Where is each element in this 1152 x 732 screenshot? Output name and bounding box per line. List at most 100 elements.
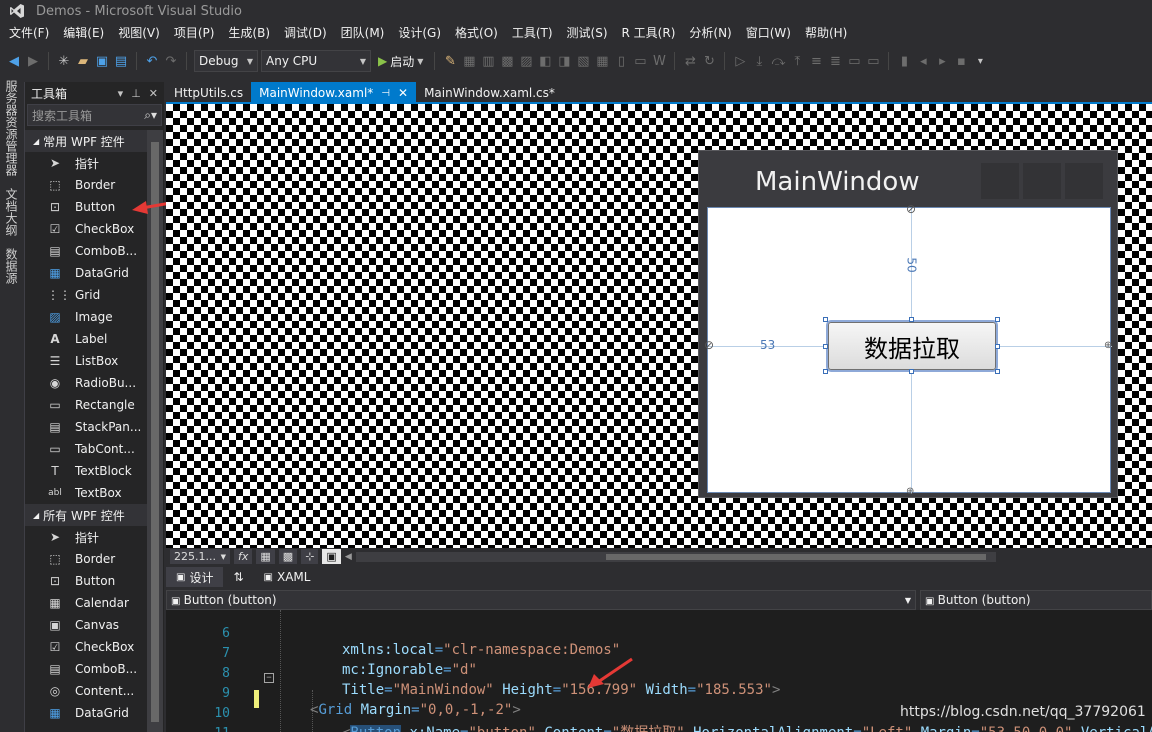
search-icon[interactable]: ⌕▾ xyxy=(144,108,157,123)
redo-icon[interactable]: ↷ xyxy=(163,53,179,69)
grid-icon[interactable]: ▩ xyxy=(499,53,515,69)
element-select-left[interactable]: ▣ Button (button) ▼ xyxy=(166,590,916,610)
tab-httputils[interactable]: HttpUtils.cs xyxy=(166,82,251,104)
wpf-window-preview[interactable]: MainWindow 50 53 ⊘ ⊘ ⊕ ⊕ 数据拉取 xyxy=(698,150,1118,498)
toolbox-item[interactable]: ☑ CheckBox xyxy=(25,636,147,658)
menu-file[interactable]: 文件(F) xyxy=(2,22,56,44)
toolbox-item[interactable]: ▤ ComboB... xyxy=(25,240,147,262)
refresh-icon[interactable]: ↻ xyxy=(701,53,717,69)
toolbox-item[interactable]: ⋮⋮ Grid xyxy=(25,284,147,306)
menu-debug[interactable]: 调试(D) xyxy=(277,22,334,44)
scrollbar-thumb[interactable] xyxy=(605,553,986,560)
toolbox-item[interactable]: ◉ RadioBu... xyxy=(25,372,147,394)
undo-icon[interactable]: ↶ xyxy=(144,53,160,69)
group-icon[interactable]: ▧ xyxy=(575,53,591,69)
toolbox-item[interactable]: ⊡ Button xyxy=(25,570,147,592)
toolbox-item[interactable]: ▤ StackPan... xyxy=(25,416,147,438)
anchor-handle-icon[interactable]: ⊕ xyxy=(1104,340,1112,351)
platform-select[interactable]: Any CPU ▼ xyxy=(261,50,371,72)
grid-toggle[interactable]: ▦ xyxy=(256,549,275,564)
toolbox-item[interactable]: ▤ ComboB... xyxy=(25,658,147,680)
toolbox-category[interactable]: ◢ 所有 WPF 控件 xyxy=(25,504,147,526)
fx-button[interactable]: fx xyxy=(234,549,253,564)
menu-r-tools[interactable]: R 工具(R) xyxy=(615,22,683,44)
next-bookmark-icon[interactable]: ▸ xyxy=(934,53,950,69)
wpf-grid-surface[interactable]: 50 53 ⊘ ⊘ ⊕ ⊕ 数据拉取 xyxy=(704,202,1112,497)
swap-panes-button[interactable]: ⇅ xyxy=(223,567,253,587)
menu-edit[interactable]: 编辑(E) xyxy=(56,22,111,44)
toolbox-item[interactable]: ▦ Calendar xyxy=(25,592,147,614)
scroll-left-icon[interactable]: ◀ xyxy=(345,552,352,562)
toolbox-item[interactable]: A Label xyxy=(25,328,147,350)
xaml-designer-canvas[interactable]: MainWindow 50 53 ⊘ ⊘ ⊕ ⊕ 数据拉取 xyxy=(166,104,1152,548)
tab-mainwindow-xaml-cs[interactable]: MainWindow.xaml.cs* xyxy=(416,82,563,104)
server-explorer-tab[interactable]: 服务器资源管理器 xyxy=(3,80,20,176)
word-icon[interactable]: W xyxy=(651,53,667,69)
find-in-files-icon[interactable]: ✎ xyxy=(442,53,458,69)
menu-help[interactable]: 帮助(H) xyxy=(798,22,854,44)
wpf-button-preview[interactable]: 数据拉取 xyxy=(828,322,996,370)
snap-lines-toggle[interactable]: ⊹ xyxy=(301,549,319,564)
toolbox-item[interactable]: abl TextBox xyxy=(25,482,147,504)
menu-analyze[interactable]: 分析(N) xyxy=(682,22,738,44)
prev-bookmark-icon[interactable]: ◂ xyxy=(915,53,931,69)
menu-window[interactable]: 窗口(W) xyxy=(739,22,798,44)
open-folder-icon[interactable]: ▰ xyxy=(75,53,91,69)
link-icon[interactable]: ⊘ xyxy=(704,338,714,352)
save-icon[interactable]: ▣ xyxy=(94,53,110,69)
step-over-icon[interactable]: ⤼ xyxy=(770,53,786,69)
step-into-icon[interactable]: ⤓ xyxy=(751,53,767,69)
send-back-icon[interactable]: ◨ xyxy=(556,53,572,69)
swap-icon[interactable]: ⇄ xyxy=(682,53,698,69)
toolbox-item[interactable]: ▦ DataGrid xyxy=(25,702,147,724)
toolbox-item[interactable]: ◎ Content... xyxy=(25,680,147,702)
link-icon[interactable]: ⊘ xyxy=(906,202,916,216)
menu-tools[interactable]: 工具(T) xyxy=(505,22,560,44)
toolbox-search-input[interactable]: 搜索工具箱 ⌕▾ xyxy=(27,104,162,126)
toolbox-item[interactable]: ▦ DataGrid xyxy=(25,262,147,284)
run-icon[interactable]: ▷ xyxy=(732,53,748,69)
resize-handle[interactable] xyxy=(823,317,828,322)
resize-handle[interactable] xyxy=(995,369,1000,374)
toolbox-item[interactable]: ▭ Rectangle xyxy=(25,394,147,416)
tab-mainwindow-xaml[interactable]: MainWindow.xaml* ⊣ ✕ xyxy=(251,82,417,104)
bring-front-icon[interactable]: ◧ xyxy=(537,53,553,69)
resize-handle[interactable] xyxy=(995,344,1000,349)
resize-handle[interactable] xyxy=(823,344,828,349)
forward-icon[interactable]: ▶ xyxy=(25,53,41,69)
doc-icon[interactable]: ▭ xyxy=(632,53,648,69)
close-icon[interactable]: ✕ xyxy=(149,87,158,100)
toolbox-item[interactable]: ▭ TabCont... xyxy=(25,438,147,460)
toolbox-category[interactable]: ◢ 常用 WPF 控件 xyxy=(25,130,147,152)
toolbox-item[interactable]: ▣ Canvas xyxy=(25,614,147,636)
project-code-toggle[interactable]: ▣ xyxy=(322,549,341,564)
page-icon[interactable]: ▯ xyxy=(613,53,629,69)
outdent-icon[interactable]: ≣ xyxy=(827,53,843,69)
scrollbar-thumb[interactable] xyxy=(151,142,159,722)
resize-handle[interactable] xyxy=(995,317,1000,322)
resize-handle[interactable] xyxy=(909,317,914,322)
toolbox-item[interactable]: ⬚ Border xyxy=(25,548,147,570)
toolbox-scrollbar[interactable] xyxy=(147,130,163,732)
anchor-handle-icon[interactable]: ⊕ xyxy=(906,486,914,497)
snap-grid-toggle[interactable]: ▩ xyxy=(278,549,298,564)
step-out-icon[interactable]: ⤒ xyxy=(789,53,805,69)
indent-icon[interactable]: ≡ xyxy=(808,53,824,69)
resize-handle[interactable] xyxy=(909,369,914,374)
designer-horizontal-scrollbar[interactable] xyxy=(355,551,996,562)
solution-config-select[interactable]: Debug ▼ xyxy=(194,50,258,72)
image-icon[interactable]: ▨ xyxy=(518,53,534,69)
uncomment-icon[interactable]: ▭ xyxy=(865,53,881,69)
pin-icon[interactable]: ⊣ xyxy=(381,88,390,99)
toolbox-item[interactable]: ➤ 指针 xyxy=(25,526,147,548)
save-all-icon[interactable]: ▤ xyxy=(113,53,129,69)
menu-project[interactable]: 项目(P) xyxy=(167,22,222,44)
new-project-icon[interactable]: ✳ xyxy=(56,53,72,69)
menu-format[interactable]: 格式(O) xyxy=(448,22,505,44)
pin-icon[interactable]: ⊥ xyxy=(131,87,141,100)
start-debug-button[interactable]: ▶ 启动 ▼ xyxy=(374,53,427,70)
menu-build[interactable]: 生成(B) xyxy=(221,22,277,44)
zoom-select[interactable]: 225.1... ▼ xyxy=(170,549,230,564)
tab-design[interactable]: ▣ 设计 xyxy=(166,567,224,587)
dropdown-icon[interactable]: ▾ xyxy=(118,87,124,100)
